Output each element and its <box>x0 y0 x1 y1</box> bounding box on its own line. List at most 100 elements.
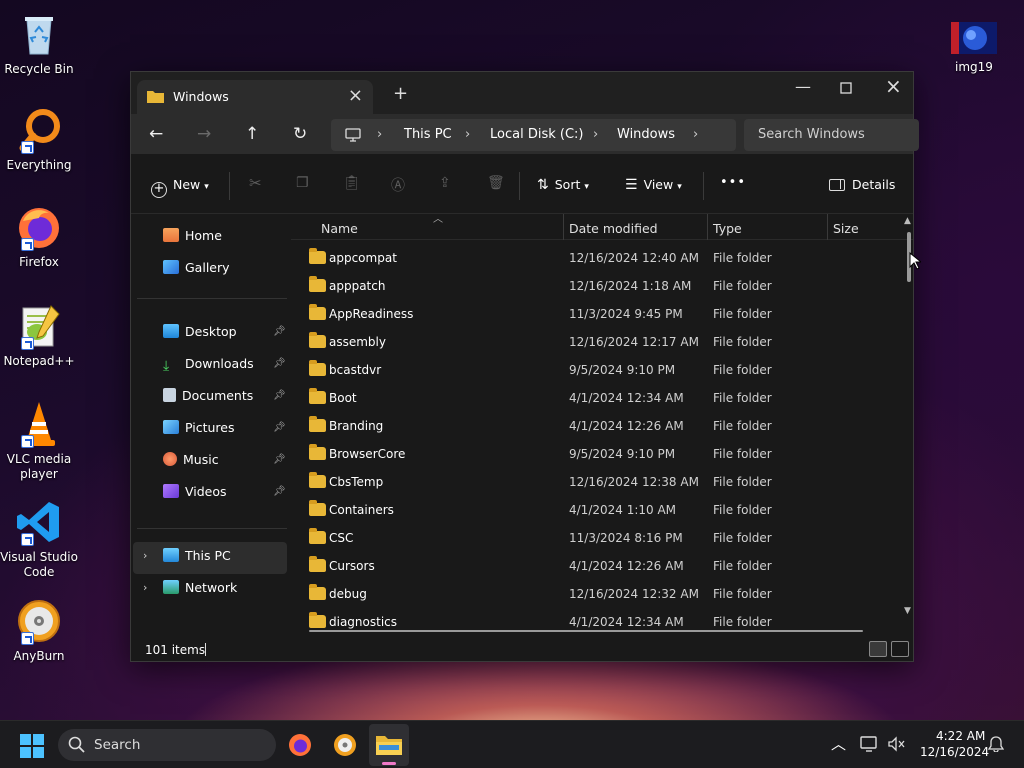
table-row[interactable]: bcastdvr 9/5/2024 9:10 PM File folder <box>291 356 891 384</box>
tiles-view-toggle-icon[interactable] <box>891 641 909 657</box>
desktop-icon-anyburn[interactable]: AnyBurn <box>0 597 78 664</box>
close-window-icon[interactable]: × <box>885 74 902 98</box>
pin-icon[interactable]: 📌︎ <box>273 422 286 433</box>
table-row[interactable]: Branding 4/1/2024 12:26 AM File folder <box>291 412 891 440</box>
share-icon[interactable]: ⇪ <box>439 175 451 191</box>
column-divider[interactable] <box>707 214 708 240</box>
breadcrumb-windows[interactable]: Windows <box>617 127 675 142</box>
show-hidden-icons-chevron-up-icon[interactable]: ︿ <box>831 733 846 754</box>
table-row[interactable]: Boot 4/1/2024 12:34 AM File folder <box>291 384 891 412</box>
sidebar-item-videos[interactable]: Videos <box>163 484 227 506</box>
paste-icon[interactable]: 📋︎ <box>343 175 361 191</box>
pin-icon[interactable]: 📌︎ <box>273 390 286 401</box>
chevron-right-icon[interactable]: › <box>465 127 470 142</box>
column-headers: ︿ Name Date modified Type Size <box>291 214 913 240</box>
maximize-icon[interactable] <box>840 79 852 98</box>
file-name: AppReadiness <box>329 307 414 321</box>
taskbar-anyburn-icon[interactable] <box>333 733 357 760</box>
new-button[interactable]: + New ▾ <box>151 177 209 198</box>
chevron-right-icon[interactable]: › <box>143 549 147 562</box>
clock-time[interactable]: 4:22 AM <box>936 729 985 743</box>
table-row[interactable]: Cursors 4/1/2024 12:26 AM File folder <box>291 552 891 580</box>
clock-date[interactable]: 12/16/2024 <box>920 745 989 759</box>
sidebar-item-this-pc[interactable]: This PC <box>163 548 231 570</box>
vertical-scrollbar[interactable]: ▲ ▼ <box>904 214 913 618</box>
up-arrow-icon[interactable]: ↑ <box>245 124 259 144</box>
volume-muted-icon[interactable] <box>887 736 905 756</box>
taskbar-search-box[interactable]: Search <box>58 729 276 761</box>
breadcrumb-this-pc[interactable]: This PC <box>404 127 452 142</box>
sidebar-item-label: Home <box>185 228 222 243</box>
rename-icon[interactable]: Ⓐ <box>391 175 405 195</box>
sidebar-item-gallery[interactable]: Gallery <box>163 260 230 282</box>
table-row[interactable]: assembly 12/16/2024 12:17 AM File folder <box>291 328 891 356</box>
pin-icon[interactable]: 📌︎ <box>273 358 286 369</box>
table-row[interactable]: CSC 11/3/2024 8:16 PM File folder <box>291 524 891 552</box>
folder-icon <box>309 472 326 488</box>
desktop-icon-label: Visual Studio Code <box>0 550 78 579</box>
back-arrow-icon[interactable]: ← <box>149 124 163 144</box>
network-status-icon[interactable] <box>860 736 878 756</box>
desktop-icon-img19[interactable]: img19 <box>935 22 1013 75</box>
table-row[interactable]: CbsTemp 12/16/2024 12:38 AM File folder <box>291 468 891 496</box>
desktop-icon-vscode[interactable]: Visual Studio Code <box>0 498 78 580</box>
desktop-icon-recycle-bin[interactable]: Recycle Bin <box>0 10 78 77</box>
taskbar-file-explorer-active[interactable] <box>369 724 409 766</box>
breadcrumb-local-disk[interactable]: Local Disk (C:) <box>490 127 583 142</box>
scroll-down-icon[interactable]: ▼ <box>904 606 911 616</box>
search-input[interactable]: Search Windows <box>744 119 919 151</box>
desktop-icon-vlc[interactable]: VLC media player <box>0 400 78 482</box>
pin-icon[interactable]: 📌︎ <box>273 326 286 337</box>
computer-icon <box>345 128 361 146</box>
table-row[interactable]: appcompat 12/16/2024 12:40 AM File folder <box>291 244 891 272</box>
delete-icon[interactable]: 🗑︎ <box>487 175 505 191</box>
column-header-type[interactable]: Type <box>713 221 742 236</box>
tab-windows[interactable]: Windows × <box>137 80 373 114</box>
sort-button[interactable]: ⇅ Sort ▾ <box>537 177 589 193</box>
desktop-icon-everything[interactable]: Everything <box>0 106 78 173</box>
sidebar-item-network[interactable]: Network <box>163 580 237 602</box>
sidebar-item-desktop[interactable]: Desktop <box>163 324 237 346</box>
view-button[interactable]: ☰ View ▾ <box>625 177 682 193</box>
table-row[interactable]: apppatch 12/16/2024 1:18 AM File folder <box>291 272 891 300</box>
column-divider[interactable] <box>563 214 564 240</box>
details-pane-button[interactable]: Details <box>829 177 895 192</box>
sidebar-item-documents[interactable]: Documents <box>163 388 253 410</box>
column-header-name[interactable]: Name <box>321 221 358 236</box>
pin-icon[interactable]: 📌︎ <box>273 486 286 497</box>
chevron-right-icon[interactable]: › <box>143 581 147 594</box>
refresh-icon[interactable]: ↻ <box>293 124 307 144</box>
column-header-date[interactable]: Date modified <box>569 221 658 236</box>
address-bar[interactable]: › This PC › Local Disk (C:) › Windows › <box>331 119 736 151</box>
sidebar-item-pictures[interactable]: Pictures <box>163 420 235 442</box>
chevron-right-icon[interactable]: › <box>593 127 598 142</box>
details-view-toggle-icon[interactable] <box>869 641 887 657</box>
start-windows-icon[interactable] <box>20 734 44 761</box>
sidebar-item-home[interactable]: Home <box>163 228 222 250</box>
notification-bell-icon[interactable] <box>987 736 1005 756</box>
new-tab-icon[interactable]: + <box>393 83 408 104</box>
sidebar-item-downloads[interactable]: ⤓ Downloads <box>163 356 254 378</box>
scroll-up-icon[interactable]: ▲ <box>904 216 911 226</box>
mouse-cursor-icon <box>909 251 923 273</box>
table-row[interactable]: AppReadiness 11/3/2024 9:45 PM File folder <box>291 300 891 328</box>
desktop-icon-firefox[interactable]: Firefox <box>0 203 78 270</box>
minimize-icon[interactable]: — <box>795 77 811 96</box>
table-row[interactable]: debug 12/16/2024 12:32 AM File folder <box>291 580 891 608</box>
taskbar-firefox-icon[interactable] <box>288 733 312 760</box>
horizontal-scrollbar[interactable] <box>309 630 863 632</box>
chevron-right-icon[interactable]: › <box>377 127 382 142</box>
copy-icon[interactable]: ❐ <box>296 175 309 191</box>
table-row[interactable]: Containers 4/1/2024 1:10 AM File folder <box>291 496 891 524</box>
cut-icon[interactable]: ✂ <box>249 174 262 192</box>
pin-icon[interactable]: 📌︎ <box>273 454 286 465</box>
sidebar-item-music[interactable]: Music <box>163 452 219 474</box>
chevron-right-icon[interactable]: › <box>693 127 698 142</box>
close-tab-icon[interactable]: × <box>348 85 363 106</box>
column-header-size[interactable]: Size <box>833 221 859 236</box>
table-row[interactable]: BrowserCore 9/5/2024 9:10 PM File folder <box>291 440 891 468</box>
column-divider[interactable] <box>827 214 828 240</box>
desktop-icon-notepad-plus-plus[interactable]: Notepad++ <box>0 302 78 369</box>
forward-arrow-icon[interactable]: → <box>197 124 211 144</box>
more-options-button[interactable]: ••• <box>720 175 746 190</box>
